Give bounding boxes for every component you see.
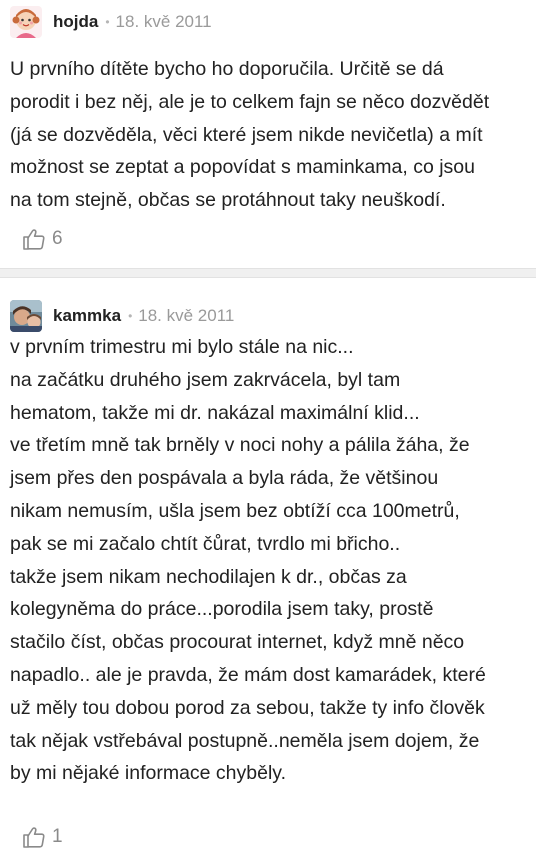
avatar[interactable] bbox=[10, 300, 42, 332]
separator-dot: • bbox=[105, 15, 110, 29]
like-button[interactable]: 1 bbox=[22, 826, 63, 848]
comment-text: U prvního dítěte bycho ho doporučila. Ur… bbox=[10, 58, 490, 212]
post-date: 18. kvě 2011 bbox=[138, 306, 235, 325]
like-count: 1 bbox=[52, 826, 63, 847]
avatar[interactable] bbox=[10, 6, 42, 38]
post-date: 18. kvě 2011 bbox=[115, 12, 212, 31]
cartoon-girl-avatar-icon bbox=[10, 6, 42, 38]
username[interactable]: hojda bbox=[53, 12, 98, 32]
author-row: hojda • 18. kvě 2011 bbox=[10, 6, 212, 38]
author-row: kammka • 18. kvě 2011 bbox=[10, 300, 234, 332]
thumbs-up-icon bbox=[23, 827, 45, 848]
post-divider bbox=[0, 268, 536, 278]
comment-post: hojda • 18. kvě 2011 U prvního dítěte by… bbox=[0, 0, 536, 268]
like-button[interactable]: 6 bbox=[22, 228, 63, 250]
comment-text: v prvním trimestru mi bylo stále na nic.… bbox=[10, 336, 486, 785]
separator-dot: • bbox=[128, 309, 133, 323]
username[interactable]: kammka bbox=[53, 306, 121, 326]
thumbs-up-icon bbox=[23, 229, 45, 250]
comment-post: kammka • 18. kvě 2011 v prvním trimestru… bbox=[0, 278, 536, 859]
like-count: 6 bbox=[52, 228, 63, 249]
photo-avatar-icon bbox=[10, 300, 42, 332]
